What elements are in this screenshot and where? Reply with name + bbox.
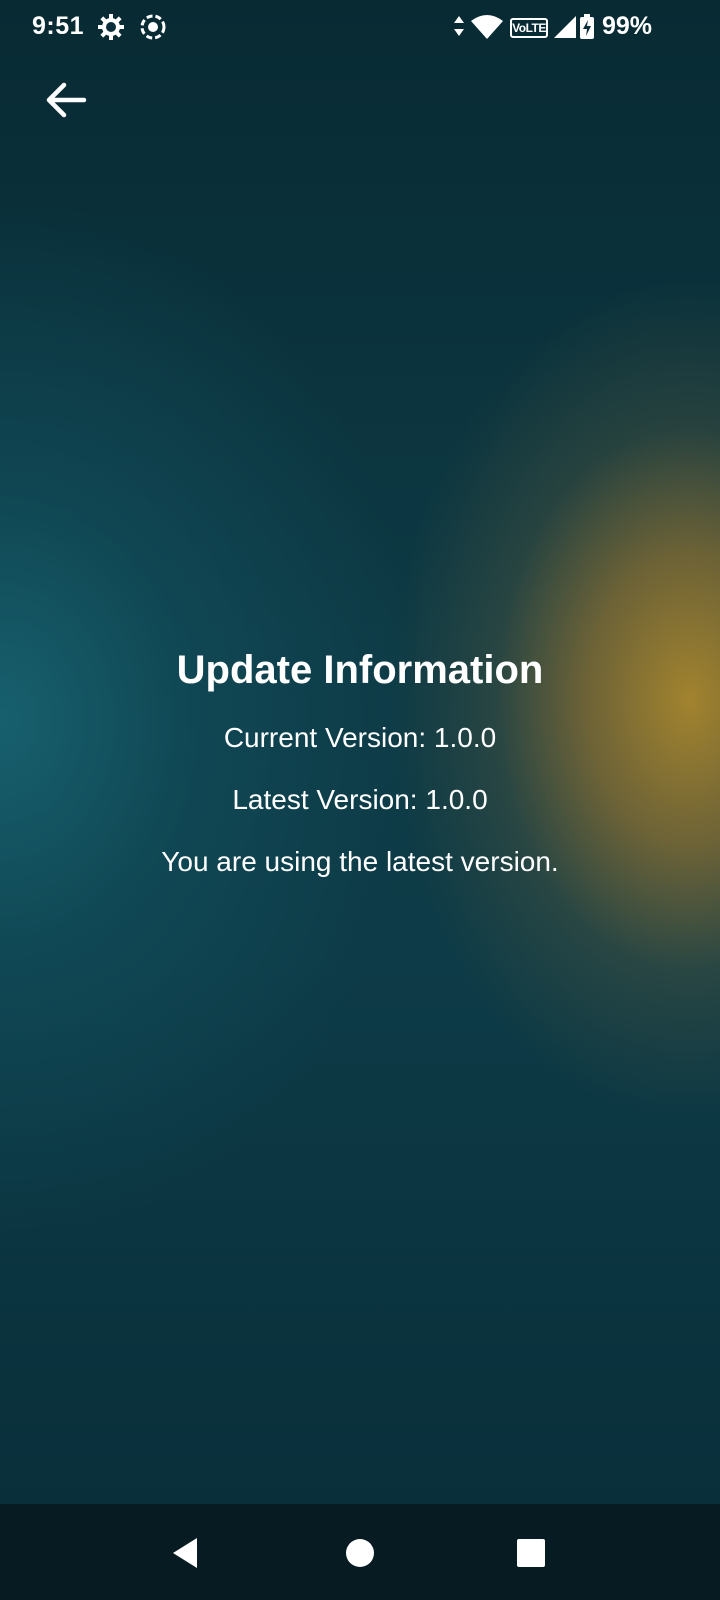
battery-percent: 99% [601, 12, 652, 40]
recents-square-icon [517, 1539, 545, 1567]
current-version-text: Current Version: 1.0.0 [223, 722, 497, 753]
status-time: 9:51 [32, 12, 85, 40]
screen-record-icon [140, 14, 166, 40]
system-nav-bar [0, 1504, 720, 1600]
volte-badge: VoLTE [510, 18, 548, 38]
latest-version-text: Latest Version: 1.0.0 [232, 784, 488, 815]
back-button[interactable] [36, 70, 96, 130]
update-info-panel: Update Information Current Version: 1.0.… [0, 640, 720, 882]
wifi-icon [471, 15, 503, 39]
arrow-left-icon [46, 82, 87, 118]
update-info-screen: 9:51 VoLTE 99% Update Information Curren… [0, 0, 720, 1600]
gear-icon [98, 14, 124, 40]
data-arrows-icon [454, 16, 464, 36]
nav-back-button[interactable] [160, 1528, 210, 1578]
status-bar: 9:51 VoLTE 99% [0, 0, 720, 56]
page-title: Update Information [176, 648, 544, 692]
back-triangle-icon [173, 1538, 197, 1568]
nav-home-button[interactable] [335, 1528, 385, 1578]
nav-recents-button[interactable] [506, 1528, 556, 1578]
signal-icon [554, 16, 576, 38]
home-circle-icon [346, 1539, 374, 1567]
update-status-text: You are using the latest version. [161, 846, 559, 877]
battery-charging-icon [580, 14, 594, 39]
